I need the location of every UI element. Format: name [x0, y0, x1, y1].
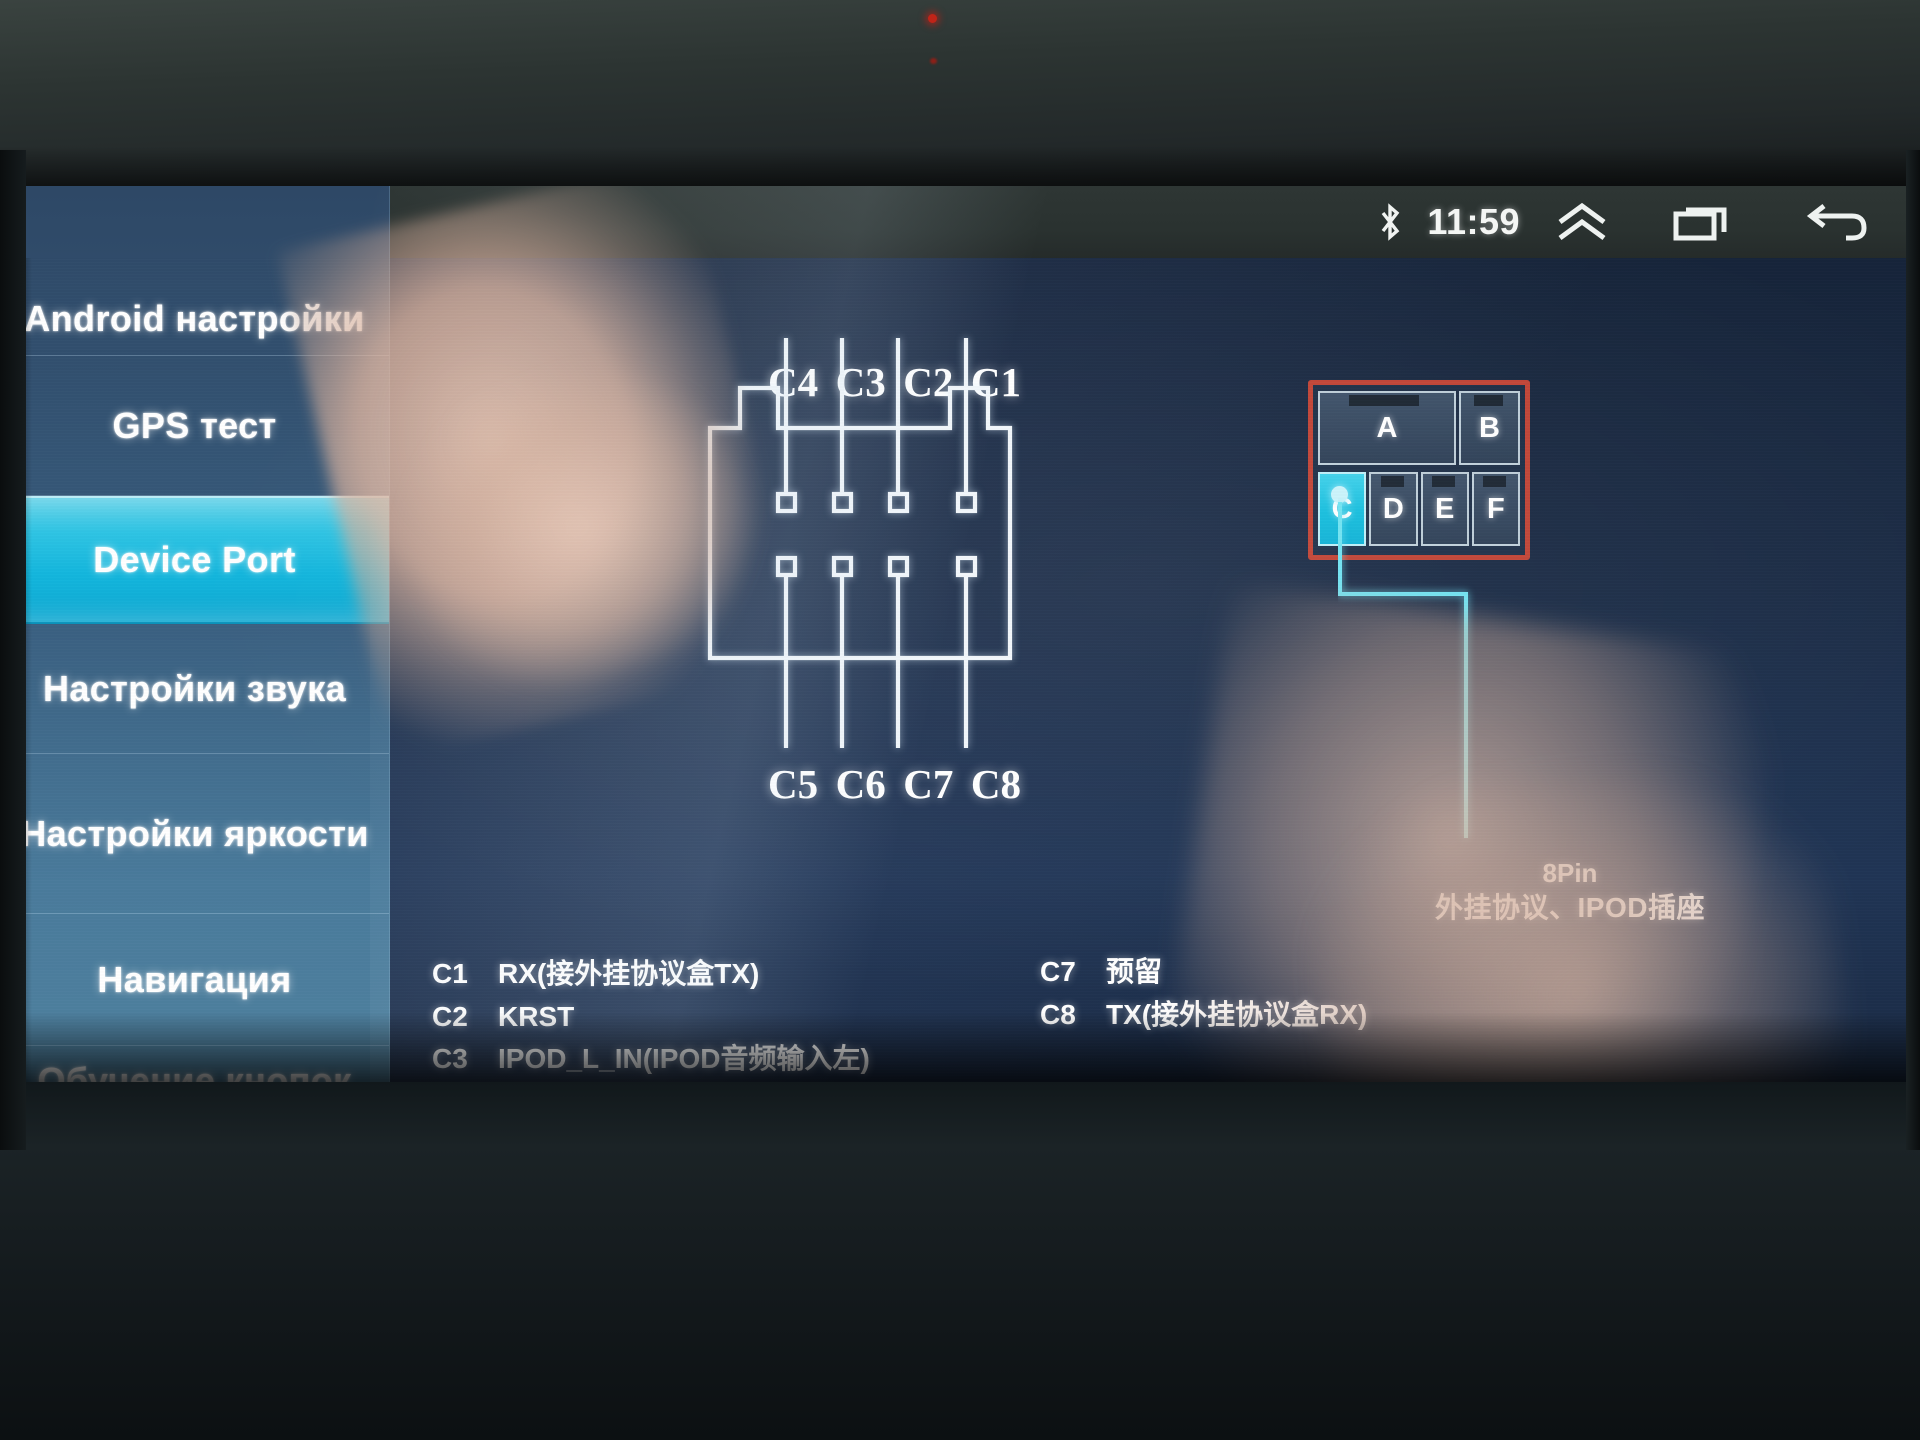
pin-description-list-left: C1 RX(接外挂协议盒TX) C2 KRST C3 IPOD_L_IN(IPO…	[432, 953, 873, 1082]
sidebar-item-label: Device Port	[93, 539, 296, 581]
socket-row-top: A B	[1318, 391, 1520, 465]
pin-label: C7	[903, 761, 954, 807]
pin-label: C6	[835, 761, 886, 807]
sidebar-item-label: Настройки звука	[42, 667, 347, 709]
socket-label: B	[1479, 411, 1500, 444]
sidebar-item-label: GPS тест	[112, 404, 277, 446]
bezel-right	[1906, 150, 1920, 1150]
pin-description: KRST	[498, 1000, 575, 1032]
socket-cell-a[interactable]: A	[1318, 391, 1456, 465]
bezel-bottom	[0, 1082, 1920, 1440]
pin-label: C5	[768, 761, 819, 807]
callout-leader-line	[1338, 502, 1468, 838]
bezel-top	[0, 0, 1920, 186]
sidebar-item-sound-settings[interactable]: Настройки звука	[0, 624, 389, 754]
sidebar-item-device-port[interactable]: Device Port	[0, 496, 389, 624]
socket-notch	[1349, 395, 1420, 406]
pin-id: C8	[1040, 998, 1076, 1030]
head-unit-screen: 11:59 Android настройки GPS тест Device …	[0, 186, 1920, 1082]
bezel-left	[0, 150, 26, 1150]
back-arrow-icon[interactable]	[1806, 200, 1868, 244]
indicator-led-reflection	[930, 58, 937, 64]
pin-id: C3	[432, 1043, 468, 1075]
pin-id: C2	[432, 1000, 468, 1032]
socket-notch	[1473, 395, 1504, 406]
pin-description: TX(接外挂协议盒RX)	[1106, 998, 1368, 1030]
sidebar-item-label: Навигация	[97, 958, 292, 1000]
bluetooth-icon	[1382, 203, 1400, 241]
pin-id: C7	[1040, 956, 1076, 987]
connector-diagram: C4 C3 C2 C1 C5 C6 C7 C8	[700, 278, 1120, 918]
sidebar-item-gps-test[interactable]: GPS тест	[0, 356, 389, 496]
sidebar-item-button-learning[interactable]: Обучение кнопок	[0, 1046, 389, 1082]
status-bar-clock: 11:59	[1427, 201, 1520, 242]
pin-description-list-right: C7 预留 C8 TX(接外挂协议盒RX)	[1040, 951, 1367, 1036]
sidebar-item-label: Обучение кнопок	[37, 1060, 352, 1082]
socket-cell-b[interactable]: B	[1458, 391, 1520, 465]
callout-line-1: 8Pin	[1542, 858, 1598, 888]
pin-description-row: C8 TX(接外挂协议盒RX)	[1040, 994, 1367, 1037]
pin-id: C1	[432, 958, 468, 989]
pin-label: C8	[970, 761, 1021, 807]
sidebar-item-brightness-settings[interactable]: Настройки яркости	[0, 754, 389, 914]
pin-description-row: C1 RX(接外挂协议盒TX)	[432, 953, 873, 996]
settings-content: Android настройки GPS тест Device Port Н…	[0, 186, 1920, 1082]
socket-notch	[1483, 476, 1507, 487]
pin-description-row: C7 预留	[1040, 951, 1367, 994]
connector-callout-label: 8Pin 外挂协议、IPOD插座	[1220, 856, 1920, 927]
socket-notch	[1380, 476, 1404, 487]
indicator-led	[928, 14, 937, 23]
pin-description: IPOD_L_IN(IPOD音频输入左)	[498, 1043, 870, 1075]
callout-line-2: 外挂协议、IPOD插座	[1435, 892, 1705, 924]
dashboard-photo: 11:59 Android настройки GPS тест Device …	[0, 0, 1920, 1440]
connector-housing-drawing	[707, 338, 1013, 748]
pin-description-row: C2 KRST	[432, 996, 873, 1039]
settings-sidebar: Android настройки GPS тест Device Port Н…	[0, 186, 390, 1082]
sidebar-item-label: Android настройки	[24, 297, 365, 339]
pin-description: RX(接外挂协议盒TX)	[498, 958, 760, 989]
sidebar-item-android-settings[interactable]: Android настройки	[0, 186, 389, 356]
pin-labels-bottom: C5 C6 C7 C8	[768, 760, 1021, 808]
double-chevron-up-icon[interactable]	[1554, 202, 1610, 242]
recent-apps-icon[interactable]	[1672, 200, 1734, 244]
socket-label: A	[1376, 411, 1398, 444]
sidebar-item-navigation[interactable]: Навигация	[0, 914, 389, 1046]
pin-description: 预留	[1106, 956, 1163, 987]
socket-notch	[1432, 476, 1456, 487]
pin-description-row: C3 IPOD_L_IN(IPOD音频输入左)	[432, 1038, 873, 1081]
sidebar-item-label: Настройки яркости	[20, 812, 369, 854]
status-bar-right-group: 11:59	[1375, 186, 1920, 258]
